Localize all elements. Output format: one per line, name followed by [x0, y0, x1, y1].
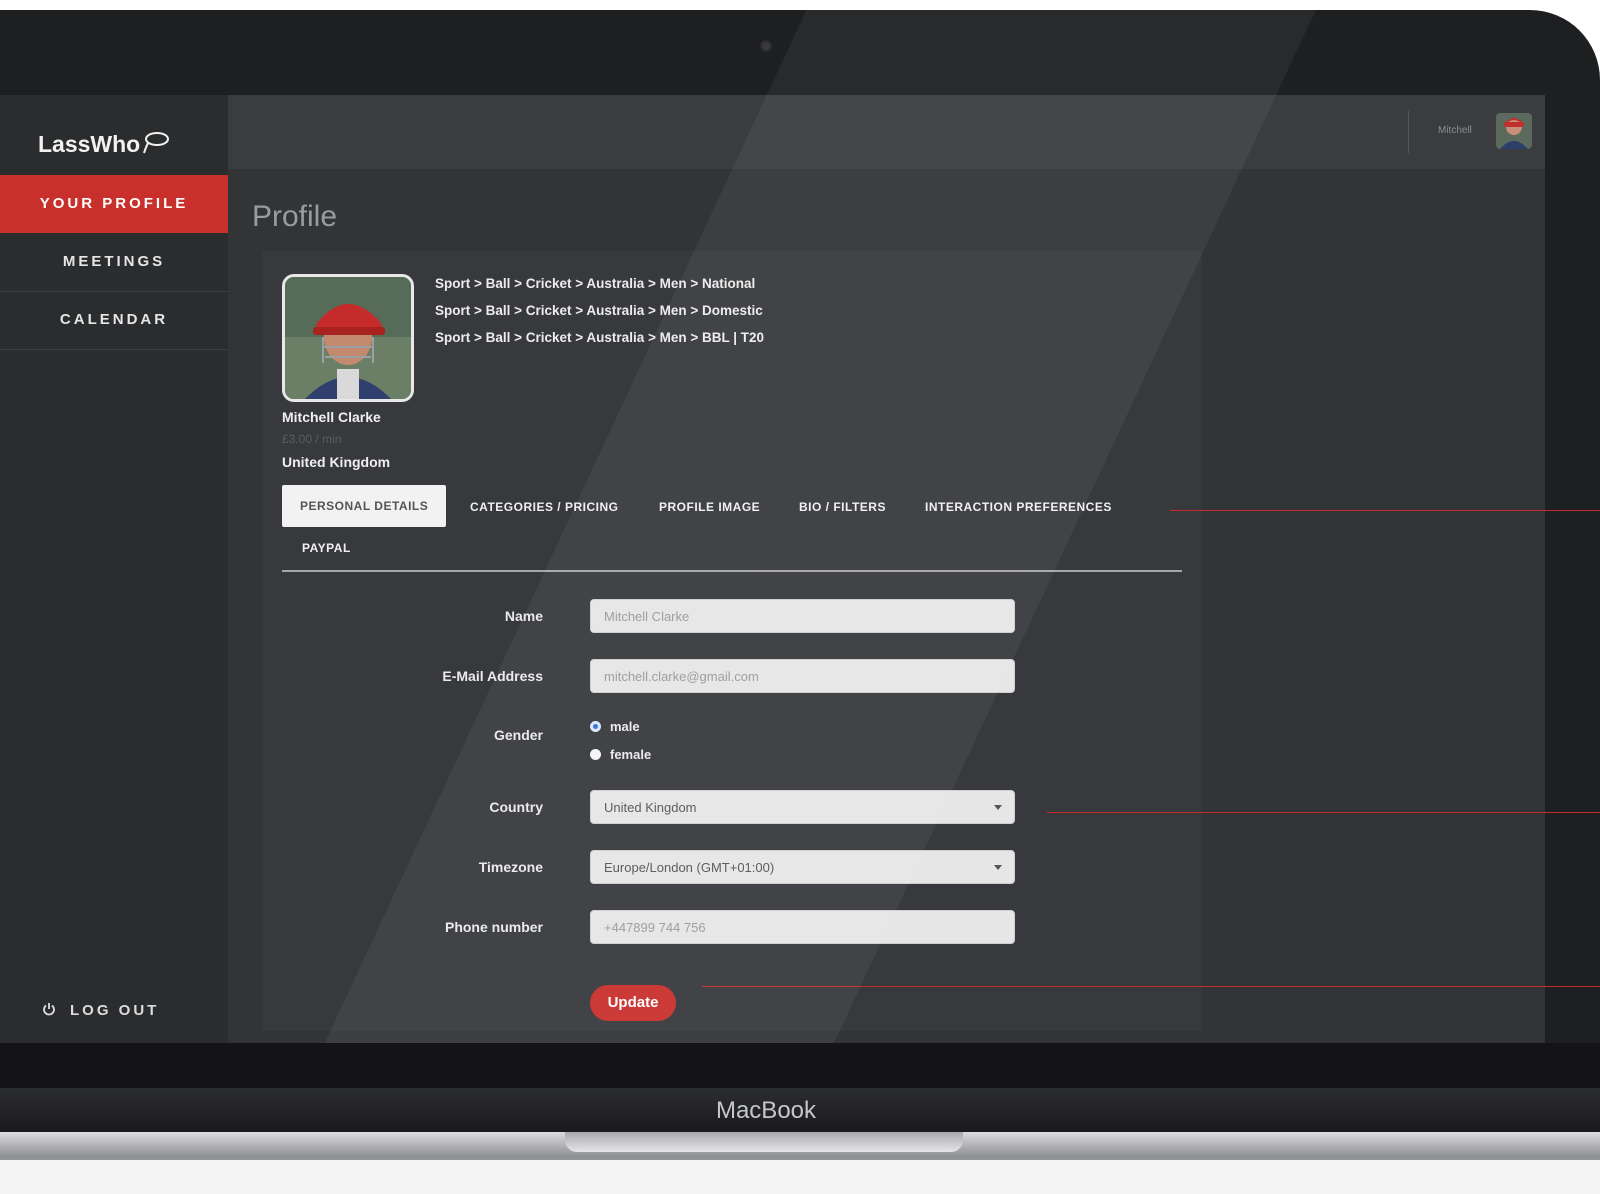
sidebar: LassWho YOUR PROFILE MEETINGS CALENDAR L… [0, 95, 228, 1053]
top-bar: Mitchell [228, 95, 1545, 169]
sidebar-item-your-profile[interactable]: YOUR PROFILE [0, 175, 228, 233]
lasso-icon [142, 131, 170, 161]
brand-logo[interactable]: LassWho [38, 131, 170, 161]
tab-label: PERSONAL DETAILS [300, 499, 429, 513]
callout-line [702, 986, 1545, 987]
update-button[interactable]: Update [590, 985, 676, 1021]
app-screen: LassWho YOUR PROFILE MEETINGS CALENDAR L… [0, 95, 1545, 1053]
gender-option-male[interactable]: male [590, 719, 640, 734]
tab-label: PAYPAL [302, 541, 351, 555]
email-label: E-Mail Address [442, 668, 543, 684]
country-select[interactable]: United Kingdom [590, 790, 1015, 824]
tab-categories-pricing[interactable]: CATEGORIES / PRICING [470, 500, 618, 514]
profile-photo [282, 274, 414, 402]
callout-line [1545, 986, 1600, 987]
timezone-label: Timezone [478, 859, 543, 875]
category-path: Sport > Ball > Cricket > Australia > Men… [435, 303, 763, 318]
category-path: Sport > Ball > Cricket > Australia > Men… [435, 276, 756, 291]
logout-button[interactable]: LOG OUT [42, 1002, 159, 1020]
name-input[interactable]: Mitchell Clarke [590, 599, 1015, 633]
gender-option-female[interactable]: female [590, 747, 651, 762]
timezone-select[interactable]: Europe/London (GMT+01:00) [590, 850, 1015, 884]
profile-price: £3.00 / min [282, 432, 342, 446]
radio-male[interactable] [590, 721, 601, 733]
country-label: Country [489, 799, 543, 815]
callout-line [1545, 510, 1600, 511]
topbar-divider [1408, 111, 1409, 153]
camera-dot [760, 40, 772, 52]
tabs-divider [282, 570, 1182, 572]
laptop-base-shade [0, 1160, 1600, 1194]
callout-line [1545, 812, 1600, 813]
phone-input[interactable]: +447899 744 756 [590, 910, 1015, 944]
tab-interaction-preferences[interactable]: INTERACTION PREFERENCES [925, 500, 1112, 514]
radio-female[interactable] [590, 749, 601, 761]
sidebar-item-label: YOUR PROFILE [39, 195, 189, 212]
logout-label: LOG OUT [70, 1002, 160, 1019]
callout-line [1170, 510, 1545, 511]
name-label: Name [504, 608, 543, 624]
sidebar-item-calendar[interactable]: CALENDAR [0, 291, 228, 350]
chevron-down-icon [994, 805, 1002, 810]
tab-label: BIO / FILTERS [799, 500, 886, 514]
phone-label: Phone number [444, 919, 543, 935]
user-avatar[interactable] [1496, 113, 1532, 149]
sidebar-item-label: MEETINGS [62, 253, 166, 270]
tab-label: CATEGORIES / PRICING [470, 500, 619, 514]
category-path: Sport > Ball > Cricket > Australia > Men… [435, 330, 765, 345]
brand-name: LassWho [38, 131, 141, 157]
email-input[interactable]: mitchell.clarke@gmail.com [590, 659, 1015, 693]
tab-label: INTERACTION PREFERENCES [925, 500, 1112, 514]
laptop-notch [565, 1132, 963, 1152]
tab-personal-details[interactable]: PERSONAL DETAILS [282, 485, 447, 527]
profile-card: Sport > Ball > Cricket > Australia > Men… [262, 251, 1202, 1031]
gender-option-label: female [610, 747, 652, 762]
tab-profile-image[interactable]: PROFILE IMAGE [659, 500, 760, 514]
screen-bezel-bottom [0, 1043, 1600, 1088]
tab-label: PROFILE IMAGE [659, 500, 761, 514]
laptop-frame: LassWho YOUR PROFILE MEETINGS CALENDAR L… [0, 10, 1600, 1130]
profile-name: Mitchell Clarke [282, 409, 381, 425]
tab-paypal[interactable]: PAYPAL [302, 541, 351, 555]
profile-country: United Kingdom [282, 454, 391, 470]
country-value: United Kingdom [604, 800, 697, 815]
chevron-down-icon [994, 865, 1002, 870]
timezone-value: Europe/London (GMT+01:00) [604, 860, 775, 875]
sidebar-item-meetings[interactable]: MEETINGS [0, 233, 228, 292]
power-icon [42, 1002, 56, 1020]
gender-label: Gender [493, 727, 543, 743]
page-title: Profile [252, 200, 338, 233]
username-label[interactable]: Mitchell [1438, 125, 1472, 136]
tab-bio-filters[interactable]: BIO / FILTERS [799, 500, 886, 514]
device-label: MacBook [715, 1097, 817, 1124]
callout-line [1047, 812, 1545, 813]
gender-option-label: male [610, 719, 640, 734]
sidebar-item-label: CALENDAR [59, 311, 169, 328]
